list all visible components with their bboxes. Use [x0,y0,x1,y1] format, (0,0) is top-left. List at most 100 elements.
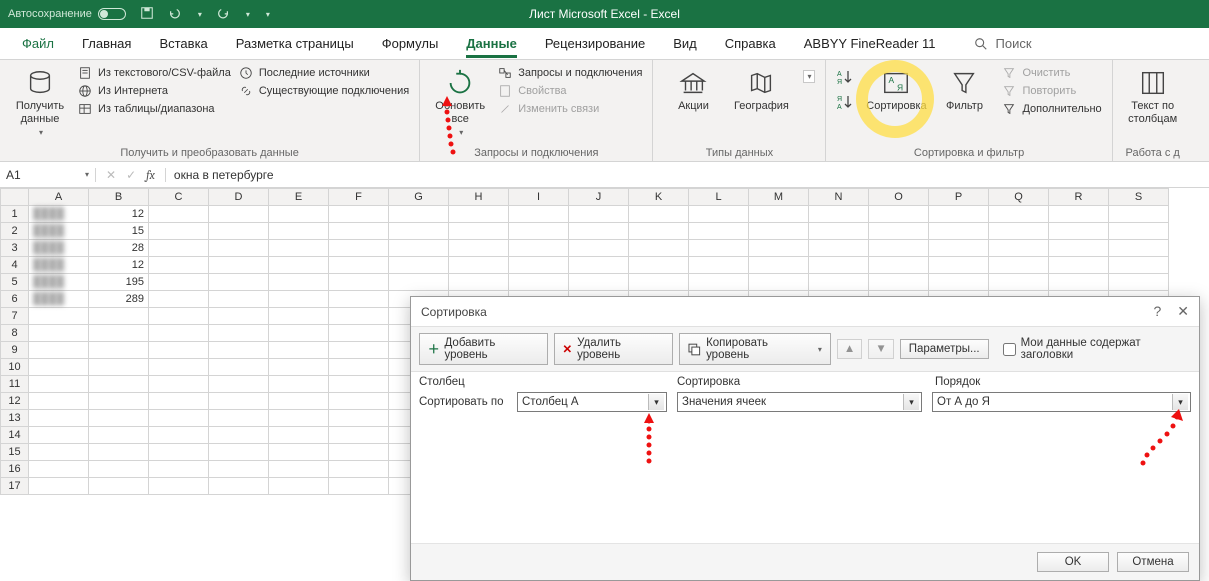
cell-E16[interactable] [269,461,329,478]
cell-A10[interactable] [29,359,89,376]
cell-H2[interactable] [449,223,509,240]
cell-I5[interactable] [509,274,569,291]
cell-J3[interactable] [569,240,629,257]
cancel-formula-icon[interactable]: ✕ [106,168,116,182]
cell-P5[interactable] [929,274,989,291]
cell-A16[interactable] [29,461,89,478]
cell-P4[interactable] [929,257,989,274]
from-csv-button[interactable]: Из текстового/CSV-файла [78,66,231,80]
cell-M5[interactable] [749,274,809,291]
cell-R4[interactable] [1049,257,1109,274]
cell-N1[interactable] [809,206,869,223]
column-header-Q[interactable]: Q [989,189,1049,206]
cell-F1[interactable] [329,206,389,223]
cell-D13[interactable] [209,410,269,427]
cell-F8[interactable] [329,325,389,342]
cell-F13[interactable] [329,410,389,427]
column-header-J[interactable]: J [569,189,629,206]
get-data-button[interactable]: Получить данные ▾ [10,64,70,142]
undo-icon[interactable] [168,6,182,23]
cell-P1[interactable] [929,206,989,223]
cell-P3[interactable] [929,240,989,257]
row-header-15[interactable]: 15 [1,444,29,461]
sort-on-combo[interactable]: Значения ячеек▾ [677,392,922,412]
cell-D14[interactable] [209,427,269,444]
cell-K2[interactable] [629,223,689,240]
cell-C14[interactable] [149,427,209,444]
cell-F2[interactable] [329,223,389,240]
cell-N5[interactable] [809,274,869,291]
cell-E7[interactable] [269,308,329,325]
cell-F10[interactable] [329,359,389,376]
cell-B14[interactable] [89,427,149,444]
cell-D16[interactable] [209,461,269,478]
qat-customize-icon[interactable]: ▾ [266,10,270,19]
tell-me-search[interactable]: Поиск [974,36,1032,51]
help-icon[interactable]: ? [1153,303,1161,320]
cell-R1[interactable] [1049,206,1109,223]
cell-K5[interactable] [629,274,689,291]
cell-D11[interactable] [209,376,269,393]
cell-C16[interactable] [149,461,209,478]
cell-D10[interactable] [209,359,269,376]
cell-Q4[interactable] [989,257,1049,274]
cell-E15[interactable] [269,444,329,461]
cell-D7[interactable] [209,308,269,325]
cell-F12[interactable] [329,393,389,410]
delete-level-button[interactable]: ✕Удалить уровень [554,333,674,365]
row-header-14[interactable]: 14 [1,427,29,444]
cell-E2[interactable] [269,223,329,240]
cell-S4[interactable] [1109,257,1169,274]
cell-B12[interactable] [89,393,149,410]
row-header-4[interactable]: 4 [1,257,29,274]
cell-J2[interactable] [569,223,629,240]
row-header-5[interactable]: 5 [1,274,29,291]
cell-K3[interactable] [629,240,689,257]
recent-sources-button[interactable]: Последние источники [239,66,409,80]
cell-Q3[interactable] [989,240,1049,257]
column-header-G[interactable]: G [389,189,449,206]
cell-B13[interactable] [89,410,149,427]
cell-N2[interactable] [809,223,869,240]
cell-J5[interactable] [569,274,629,291]
cell-O1[interactable] [869,206,929,223]
column-header-H[interactable]: H [449,189,509,206]
sort-button[interactable]: АЯ Сортировка [866,64,926,117]
cell-E14[interactable] [269,427,329,444]
cell-A13[interactable] [29,410,89,427]
headers-checkbox[interactable]: Мои данные содержат заголовки [1003,337,1191,361]
column-header-D[interactable]: D [209,189,269,206]
cell-Q1[interactable] [989,206,1049,223]
cell-A15[interactable] [29,444,89,461]
column-header-N[interactable]: N [809,189,869,206]
cell-E10[interactable] [269,359,329,376]
tab-help[interactable]: Справка [711,30,790,57]
row-header-13[interactable]: 13 [1,410,29,427]
cell-G5[interactable] [389,274,449,291]
cell-C11[interactable] [149,376,209,393]
column-header-S[interactable]: S [1109,189,1169,206]
cell-O2[interactable] [869,223,929,240]
cell-G2[interactable] [389,223,449,240]
cell-D15[interactable] [209,444,269,461]
cell-A1[interactable]: ████ [29,206,89,223]
cell-F14[interactable] [329,427,389,444]
cell-H5[interactable] [449,274,509,291]
cell-B15[interactable] [89,444,149,461]
row-header-2[interactable]: 2 [1,223,29,240]
cell-C4[interactable] [149,257,209,274]
from-web-button[interactable]: Из Интернета [78,84,231,98]
cell-E4[interactable] [269,257,329,274]
cell-I3[interactable] [509,240,569,257]
row-header-6[interactable]: 6 [1,291,29,308]
cell-A2[interactable]: ████ [29,223,89,240]
cell-B8[interactable] [89,325,149,342]
cell-D9[interactable] [209,342,269,359]
cell-F9[interactable] [329,342,389,359]
tab-formulas[interactable]: Формулы [368,30,453,57]
row-header-3[interactable]: 3 [1,240,29,257]
chevron-down-icon[interactable]: ▾ [85,170,89,179]
cell-A4[interactable]: ████ [29,257,89,274]
cell-B4[interactable]: 12 [89,257,149,274]
cell-A9[interactable] [29,342,89,359]
